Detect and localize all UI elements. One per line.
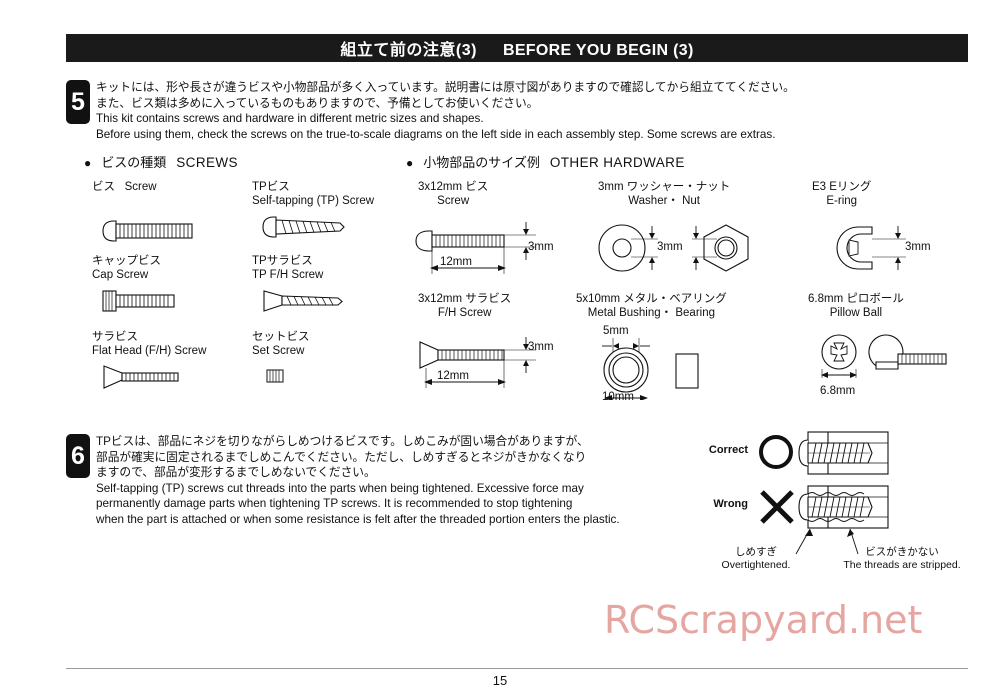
dim-3x12-screw-length: 12mm [440, 256, 472, 268]
footer-divider [66, 668, 968, 669]
step-5-line-4: Before using them, check the screws on t… [96, 127, 776, 141]
step-5-line-1: キットには、形や長さが違うビスや小物部品が多く入っています。説明書には原寸図があ… [96, 81, 795, 94]
flat-head-label-jp: サラビス [92, 331, 138, 343]
step-6-line-5: permanently damage parts when tightening… [96, 497, 573, 510]
page-header-banner: 組立て前の注意(3) BEFORE YOU BEGIN (3) [66, 34, 968, 62]
step-5-text: キットには、形や長さが違うビスや小物部品が多く入っています。説明書には原寸図があ… [96, 80, 795, 142]
tp-screw-label-jp: TPビス [252, 181, 290, 193]
step-6-line-4: Self-tapping (TP) screws cut threads int… [96, 481, 584, 495]
screw-item-label-flat-head: サラビス Flat Head (F/H) Screw [92, 330, 206, 358]
hardware-figure-metal-bushing [602, 338, 699, 400]
dim-3x12-fh-thickness: 3mm [528, 341, 554, 353]
hw-bushing-en: Metal Bushing・ Bearing [587, 307, 715, 319]
hardware-label-e-ring: E3 Eリング E-ring [812, 180, 871, 208]
dim-bushing-outer: 10mm [602, 391, 634, 403]
cap-screw-label-en: Cap Screw [92, 269, 149, 281]
tp-fh-label-jp: TPサラビス [252, 255, 313, 267]
screw-figure-pan-head [102, 220, 193, 242]
hw-e-ring-en: E-ring [826, 195, 858, 207]
correct-label: Correct [708, 444, 748, 456]
hw-washer-nut-jp: 3mm ワッシャー・ナット [598, 181, 731, 193]
dim-e-ring-bore: 3mm [905, 241, 931, 253]
note-stripped-jp: ビスがきかない [865, 546, 939, 558]
note-overtightened-jp: しめすぎ [735, 546, 777, 558]
screw-figure-flat-head [103, 365, 179, 389]
step-6-line-6: when the part is attached or when some r… [96, 512, 620, 526]
flat-head-label-en: Flat Head (F/H) Screw [92, 345, 207, 357]
screw-figure-set-screw [266, 369, 284, 383]
site-watermark: RCScrapyard.net [604, 598, 923, 642]
page-number: 15 [492, 673, 508, 688]
screw-item-label-set-screw: セットビス Set Screw [252, 330, 310, 358]
section-heading-hardware: ● 小物部品のサイズ例 OTHER HARDWARE [406, 152, 685, 171]
dim-pillow-ball-diameter: 6.8mm [820, 385, 856, 397]
screw-figure-tp-flat-head [263, 290, 343, 312]
hw-3x12-screw-jp: 3x12mm ビス [418, 181, 489, 193]
hardware-label-pillow-ball: 6.8mm ピロボール Pillow Ball [808, 292, 904, 320]
step-6-number-badge: 6 [66, 434, 90, 478]
note-overtightened: しめすぎ Overtightened. [700, 546, 812, 572]
section-heading-screws: ● ビスの種類 SCREWS [84, 152, 238, 171]
dim-3x12-screw-thickness: 3mm [528, 241, 554, 253]
tp-screw-label-en: Self-tapping (TP) Screw [252, 195, 375, 207]
cross-mark-icon [760, 490, 794, 524]
banner-title-japanese: 組立て前の注意(3) [340, 42, 477, 59]
bullet-icon: ● [84, 156, 92, 170]
section-screws-label-en: SCREWS [176, 155, 238, 170]
note-overtightened-en: Overtightened. [721, 559, 791, 571]
screw-item-label-cap-screw: キャップビス Cap Screw [92, 254, 161, 282]
hardware-figure-e-ring [836, 226, 906, 270]
step-5-number-badge: 5 [66, 80, 90, 124]
hardware-label-3x12-fh-screw: 3x12mm サラビス F/H Screw [418, 292, 511, 320]
set-screw-label-en: Set Screw [252, 345, 305, 357]
note-stripped-en: The threads are stripped. [843, 559, 961, 571]
screw-label-jp: ビス [92, 181, 115, 193]
dim-3x12-fh-length: 12mm [437, 370, 469, 382]
bullet-icon: ● [406, 156, 414, 170]
set-screw-label-jp: セットビス [252, 331, 310, 343]
cap-screw-label-jp: キャップビス [92, 255, 161, 267]
hardware-label-3x12-screw: 3x12mm ビス Screw [418, 180, 488, 208]
screw-figure-cap-screw [102, 290, 175, 312]
hw-bushing-jp: 5x10mm メタル・ベアリング [576, 293, 727, 305]
banner-titles: 組立て前の注意(3) BEFORE YOU BEGIN (3) [340, 36, 693, 60]
hw-3x12-fh-jp: 3x12mm サラビス [418, 293, 512, 305]
step-6-line-3: ますので、部品が変形するまでしめないでください。 [96, 466, 376, 479]
section-hardware-label-jp: 小物部品のサイズ例 [423, 155, 540, 170]
circle-mark-icon [759, 435, 793, 469]
step-6-line-1: TPビスは、部品にネジを切りながらしめつけるビスです。しめこみが固い場合がありま… [96, 435, 589, 448]
wrong-label: Wrong [713, 498, 748, 510]
hw-washer-nut-en: Washer・ Nut [628, 195, 701, 207]
dim-bushing-bore: 5mm [603, 325, 629, 337]
banner-title-english: BEFORE YOU BEGIN (3) [502, 42, 694, 59]
section-screws-label-jp: ビスの種類 [101, 155, 167, 170]
hw-pillow-ball-en: Pillow Ball [829, 307, 883, 319]
hardware-figure-pillow-ball [821, 334, 947, 378]
section-hardware-label-en: OTHER HARDWARE [549, 155, 685, 170]
screw-item-label-screw: ビス Screw [92, 180, 157, 194]
hw-3x12-fh-en: F/H Screw [437, 307, 492, 319]
step-5-line-3: This kit contains screws and hardware in… [96, 112, 484, 125]
screw-label-en: Screw [124, 181, 157, 193]
step-6-line-2: 部品が確実に固定されるまでしめこんでください。ただし、しめすぎるとネジがきかなく… [96, 450, 587, 464]
hw-3x12-screw-en: Screw [437, 195, 470, 207]
hardware-figure-washer-nut [598, 224, 749, 272]
dim-washer-nut-bore: 3mm [657, 241, 683, 253]
hw-e-ring-jp: E3 Eリング [812, 181, 872, 193]
screw-item-label-tp-screw: TPビス Self-tapping (TP) Screw [252, 180, 374, 208]
tp-fh-label-en: TP F/H Screw [252, 269, 324, 281]
screw-figure-tp-screw [262, 216, 345, 238]
hardware-label-bushing-bearing: 5x10mm メタル・ベアリング Metal Bushing・ Bearing [576, 292, 727, 320]
hw-pillow-ball-jp: 6.8mm ピロボール [808, 293, 904, 305]
screw-item-label-tp-fh-screw: TPサラビス TP F/H Screw [252, 254, 323, 282]
hardware-label-washer-nut: 3mm ワッシャー・ナット Washer・ Nut [598, 180, 730, 208]
step-6-text: TPビスは、部品にネジを切りながらしめつけるビスです。しめこみが固い場合がありま… [96, 434, 620, 527]
step-5-line-2: また、ビス類は多めに入っているものもありますので、予備としてお使いください。 [96, 96, 539, 110]
note-threads-stripped: ビスがきかない The threads are stripped. [812, 546, 992, 572]
